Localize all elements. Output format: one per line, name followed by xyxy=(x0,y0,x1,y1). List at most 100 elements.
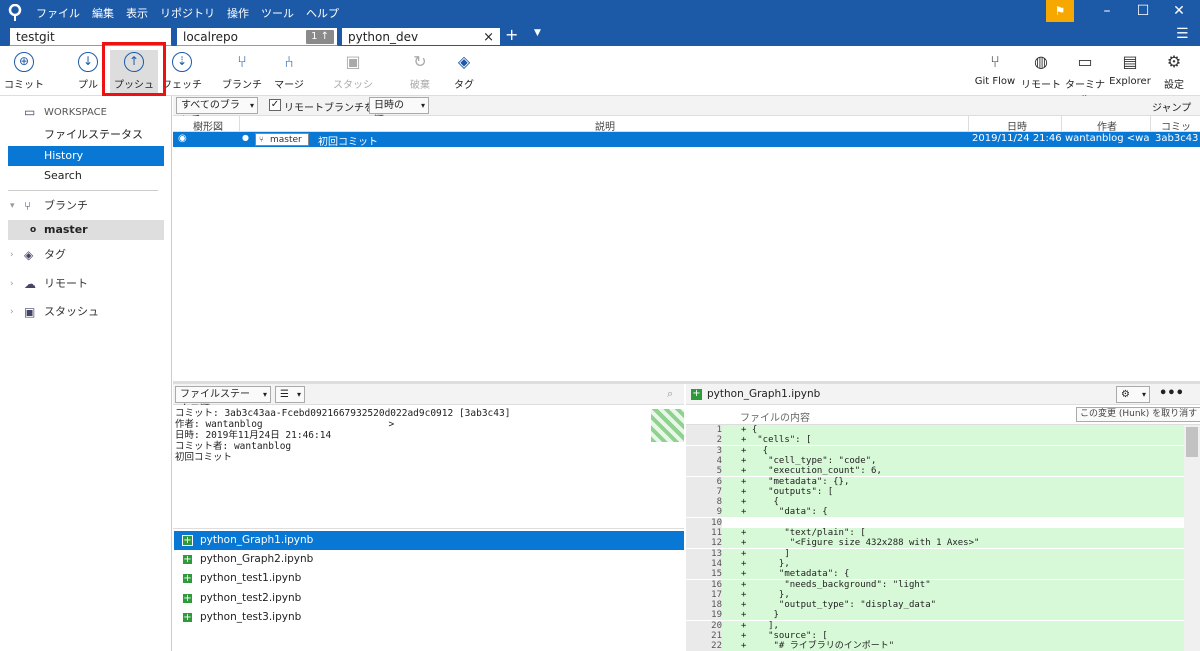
col-separator[interactable] xyxy=(1061,116,1062,132)
col-separator[interactable] xyxy=(968,116,969,132)
line-number: 8 xyxy=(686,497,722,508)
sidebar-section-stashes[interactable]: › ▣ スタッシュ xyxy=(8,301,164,323)
menu-edit[interactable]: 編集 xyxy=(92,5,114,21)
pull-label: プル xyxy=(78,80,98,91)
tab-label: localrepo xyxy=(183,30,238,44)
remote-button[interactable]: ◍ リモート xyxy=(1017,50,1065,94)
gitflow-button[interactable]: ⑂ Git Flow xyxy=(971,50,1019,94)
diff-scrollbar[interactable] xyxy=(1184,425,1200,651)
line-number: 10 xyxy=(686,517,722,528)
show-remote-checkbox[interactable]: ✓ xyxy=(269,99,281,111)
added-file-icon: + xyxy=(182,554,193,565)
line-code: + "cells": [ xyxy=(736,435,1184,446)
more-options-icon[interactable]: ••• xyxy=(1159,386,1184,401)
tab-close-icon[interactable]: × xyxy=(483,28,494,47)
diff-line: 21 + "source": [ xyxy=(686,631,1184,641)
branch-tag-master: ⑂ master xyxy=(255,133,309,146)
commit-button[interactable]: ⊕ コミット xyxy=(0,50,48,94)
file-item[interactable]: + python_test2.ipynb xyxy=(174,589,684,608)
gitflow-label: Git Flow xyxy=(974,76,1016,87)
view-mode-combo[interactable]: ☰ ▾ xyxy=(275,386,305,403)
detail-message: 初回コミット xyxy=(175,452,233,463)
file-item[interactable]: + python_Graph2.ipynb xyxy=(174,550,684,569)
diff-gutter xyxy=(722,507,736,518)
added-file-icon: + xyxy=(182,593,193,604)
menu-view[interactable]: 表示 xyxy=(126,5,148,21)
diff-header: + python_Graph1.ipynb ⚙ ▾ ••• xyxy=(686,384,1200,405)
menu-file[interactable]: ファイル xyxy=(36,5,80,21)
sidebar-branch-master[interactable]: o master xyxy=(8,220,164,240)
branch-name: master xyxy=(44,223,88,236)
tag-button[interactable]: ◈ タグ xyxy=(440,50,488,94)
col-graph[interactable]: 樹形図 xyxy=(193,118,223,133)
terminal-button[interactable]: ▭ ターミナル xyxy=(1061,50,1109,106)
push-highlight-annotation xyxy=(102,42,166,96)
search-icon[interactable]: ⌕ xyxy=(667,387,673,401)
toolbar: ⊕ コミット ↓ プル ↑ プッシュ ⇣ フェッチ ⑂ ブランチ ⑃ マージ ▣… xyxy=(0,46,1200,106)
commit-details: コミット: 3ab3c43aa-Fcebd0921667932520d022ad… xyxy=(173,405,684,528)
maximize-icon[interactable]: ☐ xyxy=(1128,3,1158,19)
menu-bar: ファイル 編集 表示 リポジトリ 操作 ツール ヘルプ xyxy=(36,5,339,21)
graph-head-node-icon: ◉ xyxy=(178,133,187,144)
scrollbar-thumb[interactable] xyxy=(1186,427,1198,457)
avatar xyxy=(651,409,684,442)
tab-localrepo[interactable]: localrepo 1 ↑ xyxy=(176,27,338,46)
line-code: + { xyxy=(736,425,1184,435)
discard-label: 破棄 xyxy=(410,80,430,91)
file-sort-combo[interactable]: ファイルステータス順 ▾ xyxy=(175,386,271,415)
workspace-header: ▭ WORKSPACE xyxy=(8,101,164,123)
order-combo[interactable]: 日時の順 ▾ xyxy=(369,97,429,126)
branch-icon: ⑂ xyxy=(237,52,247,71)
gear-icon: ⚙ xyxy=(1121,389,1130,400)
fetch-label: フェッチ xyxy=(162,80,202,91)
merge-button[interactable]: ⑃ マージ xyxy=(265,50,313,94)
graph-dot-icon: ● xyxy=(242,133,249,142)
hamburger-menu-icon[interactable]: ☰ xyxy=(1176,26,1189,42)
diff-line: 9 + "data": { xyxy=(686,507,1184,518)
col-separator[interactable] xyxy=(1150,116,1151,132)
discard-hunk-button[interactable]: この変更 (Hunk) を取り消す xyxy=(1076,407,1200,422)
settings-label: 設定 xyxy=(1164,80,1184,91)
sidebar-item-search[interactable]: Search xyxy=(8,166,164,186)
file-name: python_Graph1.ipynb xyxy=(200,534,314,546)
sidebar-section-remotes[interactable]: › ☁ リモート xyxy=(8,273,164,295)
branch-button[interactable]: ⑂ ブランチ xyxy=(218,50,266,94)
col-author[interactable]: 作者 xyxy=(1097,118,1117,133)
branch-filter-combo[interactable]: すべてのブランチ ▾ xyxy=(176,97,258,126)
sidebar-section-tags[interactable]: › ◈ タグ xyxy=(8,244,164,266)
diff-options-combo[interactable]: ⚙ ▾ xyxy=(1116,386,1150,403)
remotes-label: リモート xyxy=(44,277,88,290)
menu-help[interactable]: ヘルプ xyxy=(306,5,339,21)
sidebar-item-history[interactable]: History xyxy=(8,146,164,166)
minimize-icon[interactable]: – xyxy=(1092,3,1122,19)
line-code: + "cell_type": "code", xyxy=(736,455,1184,466)
commit-row[interactable]: ◉ ● ⑂ master 初回コミット 2019/11/24 21:46 wan… xyxy=(173,132,1200,148)
tab-dropdown-icon[interactable]: ▼ xyxy=(534,28,541,38)
sidebar-item-file-status[interactable]: ファイルステータス xyxy=(8,125,164,145)
col-date[interactable]: 日時 xyxy=(1007,118,1027,133)
tab-python-dev[interactable]: python_dev × xyxy=(341,27,501,46)
col-description[interactable]: 説明 xyxy=(595,118,615,133)
file-item[interactable]: + python_Graph1.ipynb xyxy=(174,531,684,550)
explorer-button[interactable]: ▤ Explorer xyxy=(1106,50,1154,94)
menu-actions[interactable]: 操作 xyxy=(227,5,249,21)
menu-repository[interactable]: リポジトリ xyxy=(160,5,215,21)
notification-flag-icon[interactable]: ⚑ xyxy=(1046,0,1074,22)
file-item[interactable]: + python_test1.ipynb xyxy=(174,569,684,588)
diff-gutter xyxy=(722,435,736,446)
sidebar-section-branches[interactable]: ▾ ⑂ ブランチ xyxy=(8,195,164,217)
close-window-icon[interactable]: ✕ xyxy=(1164,3,1194,19)
workspace-label: WORKSPACE xyxy=(44,107,107,118)
col-separator[interactable] xyxy=(239,116,240,132)
file-item[interactable]: + python_test3.ipynb xyxy=(174,608,684,627)
list-icon: ☰ xyxy=(280,389,289,400)
line-code: + "<Figure size 432x288 with 1 Axes>" xyxy=(736,538,1184,549)
settings-button[interactable]: ⚙ 設定 xyxy=(1150,50,1198,94)
detail-author: 作者: wantanblog > xyxy=(175,419,395,430)
new-tab-plus-icon[interactable]: + xyxy=(505,25,518,44)
discard-button[interactable]: ↻ 破棄 xyxy=(396,50,444,94)
menu-tools[interactable]: ツール xyxy=(261,5,294,21)
changed-file-list: + python_Graph1.ipynb + python_Graph2.ip… xyxy=(173,528,684,651)
diff-line: 10 xyxy=(686,517,1184,528)
stash-button[interactable]: ▣ スタッシュ xyxy=(329,50,377,106)
